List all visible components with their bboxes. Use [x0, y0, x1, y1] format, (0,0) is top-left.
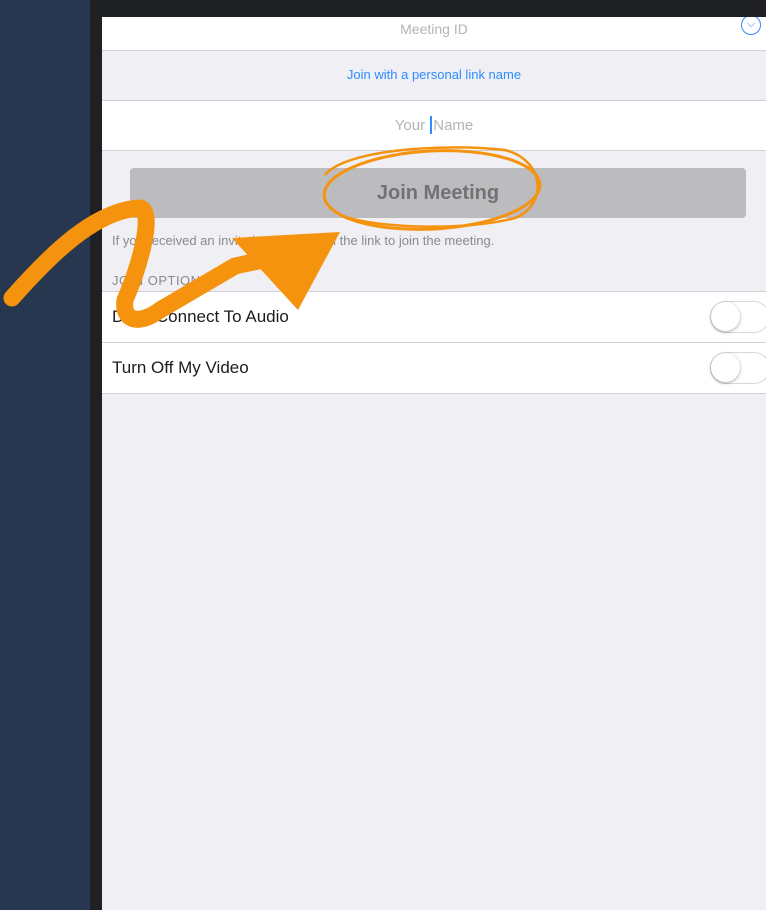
meeting-id-placeholder: Meeting ID	[400, 21, 468, 37]
join-options-header: JOIN OPTIONS	[112, 273, 210, 288]
option-label-video: Turn Off My Video	[112, 358, 249, 377]
name-placeholder-end: Name	[433, 117, 474, 134]
personal-link-button[interactable]: Join with a personal link name	[102, 51, 766, 101]
name-placeholder-start: Your	[394, 117, 430, 134]
option-row-audio: Don't Connect To Audio	[102, 291, 766, 342]
text-cursor	[430, 116, 433, 135]
meeting-id-field[interactable]: Meeting ID ⌵	[102, 17, 766, 51]
join-meeting-screen: Meeting ID ⌵ Join with a personal link n…	[102, 17, 766, 910]
invitation-hint: If you received an invitation link, tap …	[112, 233, 495, 248]
your-name-field[interactable]: Your Name	[102, 101, 766, 151]
option-label-audio: Don't Connect To Audio	[112, 307, 289, 326]
join-meeting-button[interactable]: Join Meeting	[130, 168, 746, 218]
toggle-knob	[711, 302, 740, 331]
video-toggle[interactable]	[710, 352, 766, 384]
audio-toggle[interactable]	[710, 301, 766, 333]
option-row-video: Turn Off My Video	[102, 342, 766, 394]
toggle-knob	[711, 353, 740, 382]
your-name-placeholder: Your Name	[102, 101, 766, 150]
